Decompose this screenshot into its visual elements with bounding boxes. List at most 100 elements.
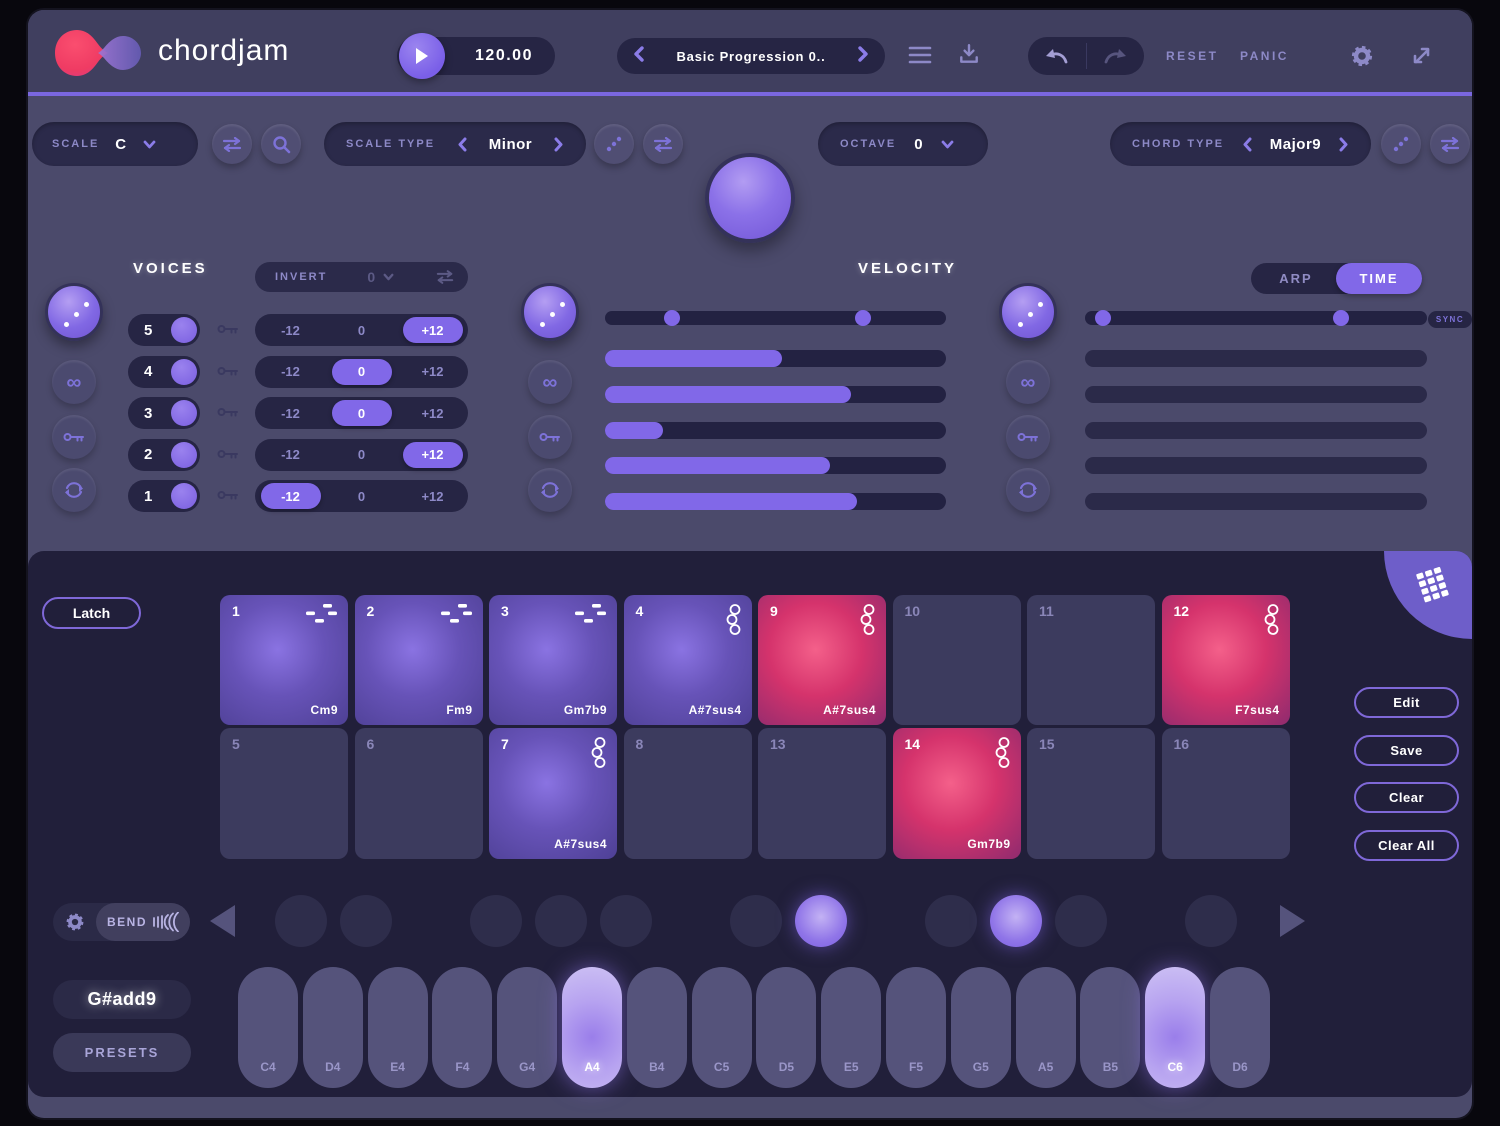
velocity-range-handle-low[interactable] — [664, 310, 680, 326]
white-key-C5[interactable]: C5 — [692, 967, 752, 1088]
voices-randomize-knob[interactable] — [45, 283, 103, 341]
time-infinity-button[interactable]: ∞ — [1006, 360, 1050, 404]
pad-9[interactable]: 9A#7sus4 — [758, 595, 886, 725]
scale-search-button[interactable] — [261, 124, 301, 164]
octave-select[interactable]: OCTAVE 0 — [818, 122, 988, 166]
black-key-C#5[interactable] — [730, 895, 782, 947]
octave-option--12[interactable]: -12 — [261, 356, 321, 388]
black-key-F#4[interactable] — [470, 895, 522, 947]
white-key-C6[interactable]: C6 — [1145, 967, 1205, 1088]
chord-type-swap-button[interactable] — [1430, 124, 1470, 164]
black-key-G#4[interactable] — [535, 895, 587, 947]
preset-prev-button[interactable] — [633, 46, 644, 67]
pad-3[interactable]: 3Gm7b9 — [489, 595, 617, 725]
voices-lock-button[interactable] — [52, 415, 96, 459]
white-key-B5[interactable]: B5 — [1080, 967, 1140, 1088]
black-key-F#5[interactable] — [925, 895, 977, 947]
pad-16[interactable]: 16 — [1162, 728, 1290, 859]
voice-1-octave-segment[interactable]: -120+12 — [255, 480, 468, 512]
pad-11[interactable]: 11 — [1027, 595, 1155, 725]
voice-2-toggle[interactable]: 2 — [128, 439, 200, 471]
resize-button[interactable] — [1410, 44, 1434, 68]
pad-1[interactable]: 1Cm9 — [220, 595, 348, 725]
octave-option-+12[interactable]: +12 — [403, 356, 463, 388]
redo-button[interactable] — [1087, 37, 1145, 75]
velocity-slider-4[interactable] — [605, 386, 946, 403]
voice-1-toggle[interactable]: 1 — [128, 480, 200, 512]
gear-icon[interactable] — [65, 912, 85, 932]
voice-4-toggle[interactable]: 4 — [128, 356, 200, 388]
voice-3-knob[interactable] — [171, 400, 197, 426]
velocity-slider-3[interactable] — [605, 422, 946, 439]
velocity-infinity-button[interactable]: ∞ — [528, 360, 572, 404]
reset-button[interactable]: RESET — [1166, 49, 1219, 63]
sync-badge[interactable]: SYNC — [1428, 311, 1472, 328]
white-key-D6[interactable]: D6 — [1210, 967, 1270, 1088]
black-key-A#4[interactable] — [600, 895, 652, 947]
presets-button[interactable]: PRESETS — [53, 1033, 191, 1072]
bpm-value[interactable]: 120.00 — [458, 37, 550, 75]
time-randomize-knob[interactable] — [999, 283, 1057, 341]
voice-2-octave-segment[interactable]: -120+12 — [255, 439, 468, 471]
clear-all-button[interactable]: Clear All — [1354, 830, 1459, 861]
black-key-A#5[interactable] — [1055, 895, 1107, 947]
black-key-C#6[interactable] — [1185, 895, 1237, 947]
chevron-right-icon[interactable] — [1339, 137, 1349, 152]
octave-option-0[interactable]: 0 — [332, 314, 392, 346]
voice-4-knob[interactable] — [171, 359, 197, 385]
invert-control[interactable]: INVERT 0 — [255, 262, 468, 292]
pad-5[interactable]: 5 — [220, 728, 348, 859]
time-slider-2[interactable] — [1085, 457, 1427, 474]
time-slider-1[interactable] — [1085, 493, 1427, 510]
voice-3-toggle[interactable]: 3 — [128, 397, 200, 429]
white-key-C4[interactable]: C4 — [238, 967, 298, 1088]
time-slider-5[interactable] — [1085, 350, 1427, 367]
pad-4[interactable]: 4A#7sus4 — [624, 595, 752, 725]
edit-button[interactable]: Edit — [1354, 687, 1459, 718]
black-key-C#4[interactable] — [275, 895, 327, 947]
voice-5-toggle[interactable]: 5 — [128, 314, 200, 346]
white-key-B4[interactable]: B4 — [627, 967, 687, 1088]
pad-15[interactable]: 15 — [1027, 728, 1155, 859]
voice-2-knob[interactable] — [171, 442, 197, 468]
save-preset-button[interactable] — [958, 43, 980, 65]
white-key-G5[interactable]: G5 — [951, 967, 1011, 1088]
time-range-handle-high[interactable] — [1333, 310, 1349, 326]
voice-3-octave-segment[interactable]: -120+12 — [255, 397, 468, 429]
voice-5-knob[interactable] — [171, 317, 197, 343]
white-key-E4[interactable]: E4 — [368, 967, 428, 1088]
preset-next-button[interactable] — [858, 46, 869, 67]
black-key-G#5[interactable] — [990, 895, 1042, 947]
chord-type-value[interactable]: Major9 — [1270, 136, 1321, 153]
pad-14[interactable]: 14Gm7b9 — [893, 728, 1021, 859]
arp-tab[interactable]: ARP — [1251, 263, 1341, 294]
bend-button[interactable]: BEND — [96, 903, 190, 941]
white-key-E5[interactable]: E5 — [821, 967, 881, 1088]
chevron-right-icon[interactable] — [554, 137, 564, 152]
time-range-handle-low[interactable] — [1095, 310, 1111, 326]
pad-13[interactable]: 13 — [758, 728, 886, 859]
velocity-range-handle-high[interactable] — [855, 310, 871, 326]
chevron-left-icon[interactable] — [457, 137, 467, 152]
time-lock-button[interactable] — [1006, 415, 1050, 459]
octave-option--12[interactable]: -12 — [261, 397, 321, 429]
voice-4-octave-segment[interactable]: -120+12 — [255, 356, 468, 388]
octave-option--12[interactable]: -12 — [261, 483, 321, 509]
pad-2[interactable]: 2Fm9 — [355, 595, 483, 725]
clear-button[interactable]: Clear — [1354, 782, 1459, 813]
chord-type-random-button[interactable] — [1381, 124, 1421, 164]
black-key-D#4[interactable] — [340, 895, 392, 947]
pad-10[interactable]: 10 — [893, 595, 1021, 725]
menu-button[interactable] — [908, 44, 932, 66]
white-key-G4[interactable]: G4 — [497, 967, 557, 1088]
scale-type-swap-button[interactable] — [643, 124, 683, 164]
time-slider-3[interactable] — [1085, 422, 1427, 439]
pad-7[interactable]: 7A#7sus4 — [489, 728, 617, 859]
voice-5-octave-segment[interactable]: -120+12 — [255, 314, 468, 346]
voice-1-knob[interactable] — [171, 483, 197, 509]
keyboard-scroll-left-button[interactable] — [210, 905, 235, 937]
preset-name[interactable]: Basic Progression 0.. — [676, 49, 825, 64]
scale-type-value[interactable]: Minor — [489, 136, 532, 153]
velocity-slider-1[interactable] — [605, 493, 946, 510]
octave-option--12[interactable]: -12 — [261, 439, 321, 471]
